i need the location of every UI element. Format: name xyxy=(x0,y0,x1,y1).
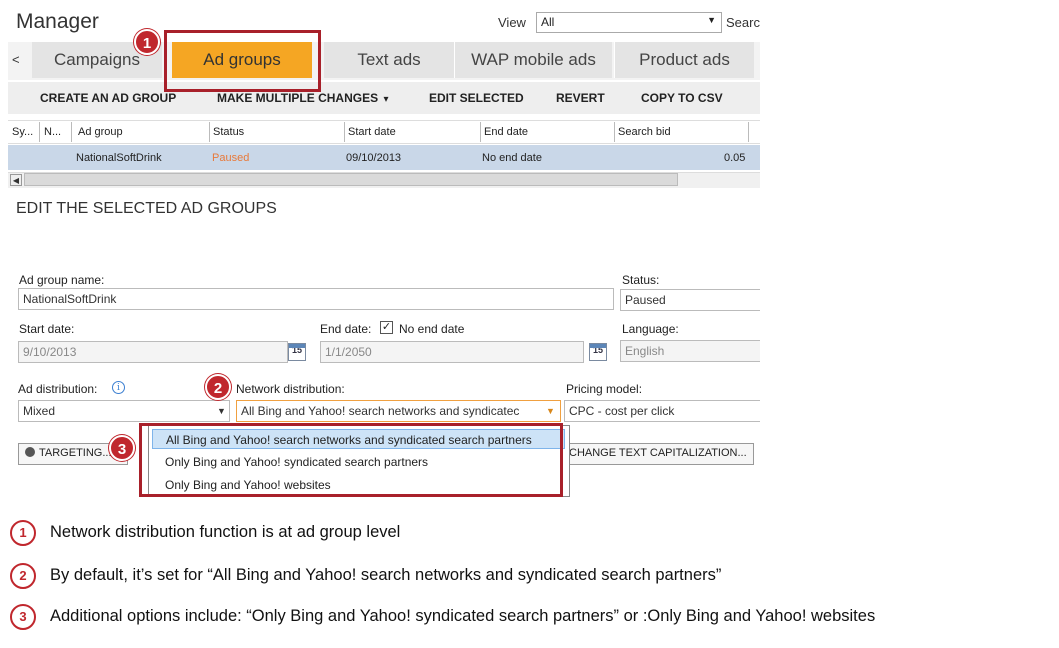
status-field[interactable]: Paused xyxy=(620,289,760,311)
cell-search-bid: 0.05 xyxy=(724,152,746,164)
column-divider xyxy=(71,122,72,142)
language-label: Language: xyxy=(622,322,679,336)
language-field[interactable]: English xyxy=(620,340,760,362)
tab-product-ads[interactable]: Product ads xyxy=(614,42,754,78)
copy-to-csv-button[interactable]: COPY TO CSV xyxy=(641,91,723,105)
tab-wap-mobile-ads[interactable]: WAP mobile ads xyxy=(454,42,612,78)
targeting-button-label: TARGETING... xyxy=(39,447,112,459)
app-title: Manager xyxy=(16,10,99,33)
note-number: 3 xyxy=(10,604,36,630)
column-header-ad-group[interactable]: Ad group xyxy=(78,126,123,138)
column-divider xyxy=(39,122,40,142)
ad-distribution-select[interactable]: Mixed xyxy=(18,400,230,422)
gear-icon xyxy=(25,447,35,457)
cell-start-date: 09/10/2013 xyxy=(346,152,402,164)
view-select[interactable]: All ▼ xyxy=(536,12,722,33)
column-divider xyxy=(344,122,345,142)
no-end-date-checkbox[interactable]: ✓ xyxy=(380,321,393,334)
make-multiple-changes-label: MAKE MULTIPLE CHANGES xyxy=(217,91,379,105)
create-ad-group-button[interactable]: CREATE AN AD GROUP xyxy=(40,91,176,105)
column-divider xyxy=(748,122,749,142)
column-header-search-bid[interactable]: Search bid xyxy=(618,126,671,138)
ad-group-name-input[interactable]: NationalSoftDrink xyxy=(18,288,614,310)
make-multiple-changes-button[interactable]: MAKE MULTIPLE CHANGES ▾ xyxy=(217,91,388,105)
ad-group-name-label: Ad group name: xyxy=(19,273,105,287)
calendar-icon[interactable]: 15 xyxy=(589,343,607,361)
column-header-notes[interactable]: N... xyxy=(44,126,61,138)
scroll-left-arrow-icon[interactable]: ◀ xyxy=(10,174,22,186)
annotation-highlight-ad-groups xyxy=(164,30,321,92)
column-divider xyxy=(480,122,481,142)
column-header-start-date[interactable]: Start date xyxy=(348,126,396,138)
cell-end-date: No end date xyxy=(482,152,542,164)
note-text: Additional options include: “Only Bing a… xyxy=(50,607,876,625)
pricing-model-label: Pricing model: xyxy=(566,382,643,396)
annotation-badge: 2 xyxy=(205,374,231,400)
note-number: 1 xyxy=(10,520,36,546)
note-text: By default, it’s set for “All Bing and Y… xyxy=(50,566,722,584)
ad-distribution-label: Ad distribution: xyxy=(18,382,98,396)
tab-text-ads[interactable]: Text ads xyxy=(324,42,454,78)
cell-status: Paused xyxy=(212,152,250,164)
column-header-end-date[interactable]: End date xyxy=(484,126,528,138)
status-label: Status: xyxy=(622,273,660,287)
pricing-model-select[interactable]: CPC - cost per click xyxy=(564,400,760,422)
revert-button[interactable]: REVERT xyxy=(556,91,605,105)
search-label: Searc xyxy=(726,15,760,30)
cell-ad-group: NationalSoftDrink xyxy=(76,152,162,164)
info-icon[interactable]: i xyxy=(112,381,125,394)
annotation-badge: 3 xyxy=(109,435,135,461)
chevron-down-icon: ▼ xyxy=(546,406,555,416)
scrollbar-thumb[interactable] xyxy=(24,173,678,186)
note-text: Network distribution function is at ad g… xyxy=(50,523,401,541)
network-distribution-select[interactable]: All Bing and Yahoo! search networks and … xyxy=(236,400,561,422)
network-distribution-label: Network distribution: xyxy=(236,382,345,396)
no-end-date-label: No end date xyxy=(399,322,465,336)
view-select-value: All xyxy=(541,15,555,29)
column-header-sync[interactable]: Sy... xyxy=(12,126,33,138)
calendar-icon[interactable]: 15 xyxy=(288,343,306,361)
tab-scroll-left-icon[interactable]: < xyxy=(12,52,20,67)
change-text-capitalization-button[interactable]: CHANGE TEXT CAPITALIZATION... xyxy=(562,443,754,465)
start-date-input[interactable]: 9/10/2013 xyxy=(18,341,288,363)
note-number: 2 xyxy=(10,563,36,589)
edit-selected-button[interactable]: EDIT SELECTED xyxy=(429,91,524,105)
end-date-label: End date: xyxy=(320,322,372,336)
section-title: EDIT THE SELECTED AD GROUPS xyxy=(16,200,277,217)
chevron-down-icon: ▼ xyxy=(217,406,226,416)
column-header-status[interactable]: Status xyxy=(213,126,244,138)
chevron-down-icon: ▾ xyxy=(383,94,389,105)
annotation-badge: 1 xyxy=(134,29,160,55)
view-label: View xyxy=(498,15,526,30)
column-divider xyxy=(209,122,210,142)
annotation-highlight-dropdown xyxy=(139,423,563,497)
chevron-down-icon: ▼ xyxy=(707,15,716,25)
column-divider xyxy=(614,122,615,142)
end-date-input[interactable]: 1/1/2050 xyxy=(320,341,584,363)
start-date-label: Start date: xyxy=(19,322,75,336)
